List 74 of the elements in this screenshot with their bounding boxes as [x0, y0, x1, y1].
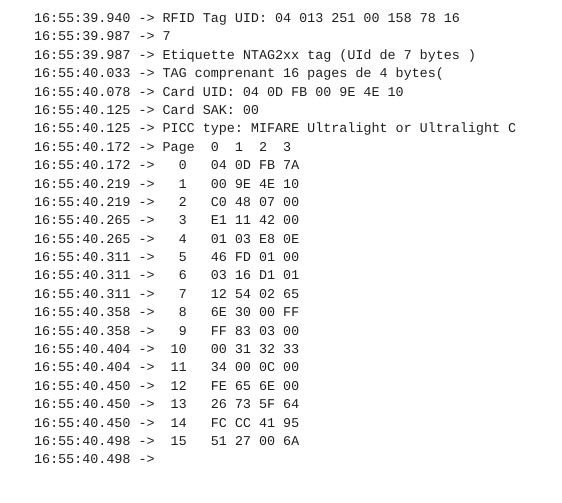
arrow: ->	[138, 84, 155, 103]
timestamp: 16:55:40.358	[34, 324, 130, 342]
log-message: 8 6E 30 00 FF	[178, 305, 300, 324]
timestamp: 16:55:40.311	[34, 268, 130, 286]
timestamp: 16:55:40.450	[34, 416, 130, 434]
arrow: ->	[138, 102, 155, 121]
log-message: 4 01 03 E8 0E	[178, 232, 300, 250]
arrow: ->	[138, 342, 155, 360]
arrow: ->	[138, 397, 155, 416]
arrow: ->	[138, 66, 155, 84]
arrow: ->	[138, 434, 155, 452]
timestamp: 16:55:40.498	[34, 452, 130, 470]
log-message: RFID Tag UID: 04 013 251 00 158 78 16	[162, 11, 460, 29]
log-message: Card UID: 04 0D FB 00 9E 4E 10	[162, 84, 404, 103]
arrow: ->	[138, 29, 155, 48]
timestamp: 16:55:40.265	[34, 232, 130, 250]
timestamp: 16:55:40.172	[34, 158, 130, 176]
log-message: 0 04 0D FB 7A	[178, 158, 300, 176]
arrow: ->	[138, 452, 155, 470]
log-message: 1 00 9E 4E 10	[178, 176, 300, 195]
arrow: ->	[138, 286, 155, 305]
timestamp: 16:55:40.404	[34, 360, 130, 378]
log-message: PICC type: MIFARE Ultralight or Ultralight C	[162, 121, 516, 140]
timestamp: 16:55:40.311	[34, 250, 130, 268]
log-message: 7	[162, 29, 171, 48]
timestamp: 16:55:39.987	[34, 48, 130, 66]
log-message: 10 00 31 32 33	[170, 342, 300, 360]
log-message: 2 C0 48 07 00	[178, 194, 300, 213]
arrow: ->	[138, 176, 155, 195]
log-message: 5 46 FD 01 00	[178, 250, 300, 268]
arrow: ->	[138, 158, 155, 176]
log-message: TAG comprenant 16 pages de 4 bytes(	[162, 66, 444, 84]
timestamp: 16:55:40.498	[34, 434, 130, 452]
timestamp: 16:55:40.125	[34, 121, 130, 140]
timestamp: 16:55:40.265	[34, 213, 130, 232]
log-message: 12 FE 65 6E 00	[170, 378, 300, 397]
log-message: Page 0 1 2 3	[162, 140, 292, 158]
timestamp: 16:55:40.172	[34, 140, 130, 158]
timestamp: 16:55:40.450	[34, 397, 130, 416]
arrow: ->	[138, 378, 155, 397]
log-message: Card SAK: 00	[162, 102, 259, 121]
arrow: ->	[138, 305, 155, 324]
log-message: 7 12 54 02 65	[178, 286, 300, 305]
timestamp: 16:55:40.219	[34, 176, 130, 195]
timestamp: 16:55:40.311	[34, 286, 130, 305]
arrow: ->	[138, 360, 155, 378]
arrow: ->	[138, 140, 155, 158]
arrow: ->	[138, 11, 155, 29]
log-message: 3 E1 11 42 00	[178, 213, 300, 232]
arrow: ->	[138, 416, 155, 434]
timestamp: 16:55:40.219	[34, 194, 130, 213]
log-message: 9 FF 83 03 00	[178, 324, 300, 342]
timestamp: 16:55:40.358	[34, 305, 130, 324]
timestamp: 16:55:40.450	[34, 378, 130, 397]
log-message: 14 FC CC 41 95	[170, 416, 300, 434]
arrow: ->	[138, 232, 155, 250]
log-message: 13 26 73 5F 64	[170, 397, 300, 416]
timestamp: 16:55:40.125	[34, 102, 130, 121]
arrow: ->	[138, 48, 155, 66]
timestamp: 16:55:39.940	[34, 11, 130, 29]
timestamp: 16:55:40.404	[34, 342, 130, 360]
timestamp: 16:55:40.078	[34, 84, 130, 103]
timestamp: 16:55:39.987	[34, 29, 130, 48]
arrow: ->	[138, 250, 155, 268]
log-message: 11 34 00 0C 00	[170, 360, 300, 378]
log-message: Etiquette NTAG2xx tag (UId de 7 bytes )	[162, 48, 476, 66]
arrow: ->	[138, 121, 155, 140]
timestamp: 16:55:40.033	[34, 66, 130, 84]
arrow: ->	[138, 268, 155, 286]
arrow: ->	[138, 194, 155, 213]
log-message: 15 51 27 00 6A	[170, 434, 300, 452]
log-message: 6 03 16 D1 01	[178, 268, 300, 286]
arrow: ->	[138, 324, 155, 342]
arrow: ->	[138, 213, 155, 232]
